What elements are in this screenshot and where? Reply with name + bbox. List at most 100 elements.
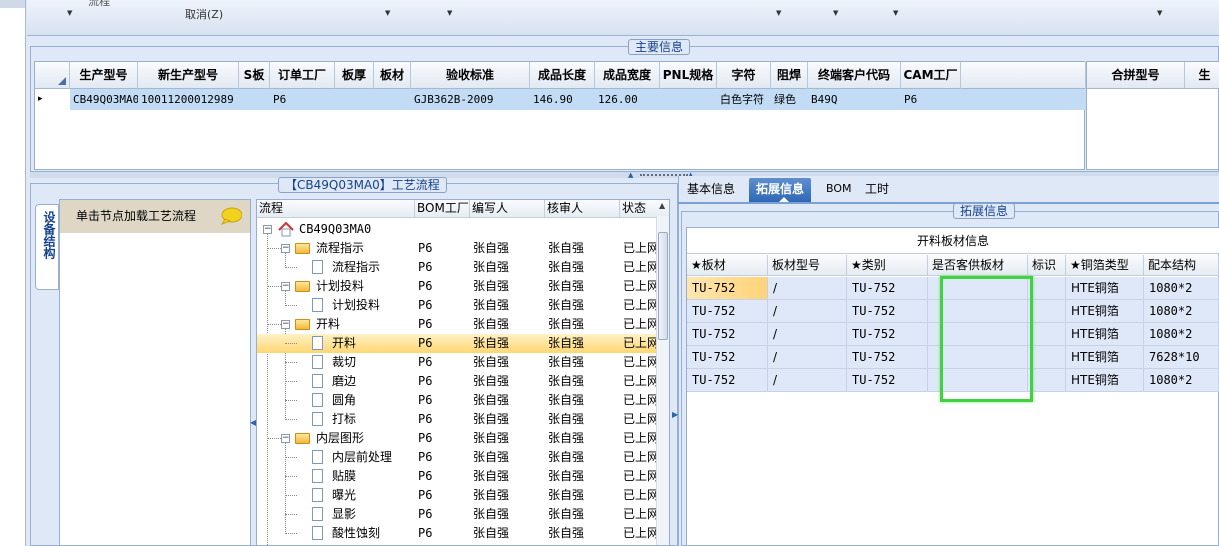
table-cell[interactable]: 1080*2: [1144, 369, 1219, 391]
column-header[interactable]: ★板材: [687, 255, 768, 276]
tree-leaf-node[interactable]: 酸性蚀刻 P6 张自强 张自强 已上网: [257, 524, 657, 543]
column-header[interactable]: 合拼型号: [1087, 62, 1185, 89]
collapse-toggle-icon[interactable]: −: [281, 244, 290, 253]
tree-folder-node[interactable]: − 流程指示 P6 张自强 张自强 已上网: [257, 239, 657, 258]
column-header[interactable]: 生: [1185, 62, 1219, 89]
table-cell[interactable]: [1028, 323, 1066, 345]
tree-leaf-node[interactable]: 开料 P6 张自强 张自强 已上网: [257, 334, 657, 353]
table-cell[interactable]: /: [768, 300, 847, 322]
column-header[interactable]: 验收标准: [411, 62, 530, 89]
tree-leaf-node[interactable]: 贴膜 P6 张自强 张自强 已上网: [257, 467, 657, 486]
table-cell[interactable]: 7628*10: [1144, 346, 1219, 368]
table-cell[interactable]: TU-752: [847, 369, 928, 391]
scroll-up-icon[interactable]: ▲: [659, 201, 665, 210]
table-cell[interactable]: HTE铜箔: [1066, 323, 1144, 345]
table-cell[interactable]: TU-752: [847, 346, 928, 368]
column-header[interactable]: 核审人: [545, 200, 620, 218]
table-cell[interactable]: [1028, 369, 1066, 391]
column-header[interactable]: 成品宽度: [595, 62, 660, 89]
table-row[interactable]: ▸ CB49Q03MA0 10011200012989 P6 GJB362B-2009…: [35, 89, 1086, 110]
column-header[interactable]: 标识: [1028, 255, 1066, 276]
table-cell[interactable]: TU-752: [687, 346, 768, 368]
table-cell[interactable]: /: [768, 323, 847, 345]
table-cell[interactable]: /: [768, 277, 847, 299]
table-cell[interactable]: HTE铜箔: [1066, 369, 1144, 391]
table-cell[interactable]: HTE铜箔: [1066, 346, 1144, 368]
column-header[interactable]: 生产型号: [70, 62, 138, 89]
side-tab-equipment[interactable]: 设备结构: [35, 204, 59, 290]
column-header[interactable]: BOM工厂: [415, 200, 470, 218]
column-header[interactable]: 订单工厂: [270, 62, 335, 89]
dropdown-arrow-icon[interactable]: ▼: [447, 9, 452, 17]
collapse-toggle-icon[interactable]: −: [281, 320, 290, 329]
tab-work-hours[interactable]: 工时: [858, 178, 896, 202]
column-header[interactable]: 字符: [717, 62, 771, 89]
table-cell[interactable]: /: [768, 369, 847, 391]
column-header[interactable]: 板材型号: [768, 255, 847, 276]
table-cell[interactable]: TU-752: [847, 323, 928, 345]
table-cell[interactable]: 1080*2: [1144, 277, 1219, 299]
column-header[interactable]: 流程: [257, 200, 415, 218]
status-cell: 已上网: [623, 241, 657, 255]
table-cell[interactable]: 1080*2: [1144, 323, 1219, 345]
table-cell[interactable]: HTE铜箔: [1066, 300, 1144, 322]
dropdown-arrow-icon[interactable]: ▼: [893, 9, 898, 17]
dropdown-arrow-icon[interactable]: ▼: [776, 9, 781, 17]
tree-folder-node[interactable]: − 内层图形 P6 张自强 张自强 已上网: [257, 429, 657, 448]
table-cell[interactable]: /: [768, 346, 847, 368]
table-cell[interactable]: TU-752: [687, 323, 768, 345]
column-header[interactable]: 是否客供板材: [928, 255, 1028, 276]
column-header[interactable]: CAM工厂: [901, 62, 961, 89]
reviewer-cell: 张自强: [548, 355, 585, 369]
tree-folder-node[interactable]: − 开料 P6 张自强 张自强 已上网: [257, 315, 657, 334]
collapse-up-icon[interactable]: ▲: [628, 171, 633, 179]
column-header[interactable]: 终端客户代码: [808, 62, 901, 89]
table-cell[interactable]: [1028, 277, 1066, 299]
tree-leaf-node[interactable]: 圆角 P6 张自强 张自强 已上网: [257, 391, 657, 410]
tree-leaf-node[interactable]: 打标 P6 张自强 张自强 已上网: [257, 410, 657, 429]
table-cell[interactable]: TU-752: [847, 277, 928, 299]
dropdown-arrow-icon[interactable]: ▼: [385, 9, 390, 17]
bom-factory-cell: P6: [418, 279, 433, 293]
cancel-menu-item[interactable]: 取消(Z): [185, 6, 223, 22]
table-cell[interactable]: HTE铜箔: [1066, 277, 1144, 299]
tab-bom[interactable]: BOM: [819, 178, 859, 202]
column-header[interactable]: 编写人: [470, 200, 545, 218]
tree-folder-node[interactable]: − 计划投料 P6 张自强 张自强 已上网: [257, 277, 657, 296]
column-header[interactable]: 阻焊: [771, 62, 808, 89]
collapse-toggle-icon[interactable]: −: [281, 282, 290, 291]
column-header[interactable]: 成品长度: [530, 62, 595, 89]
tree-leaf-node[interactable]: 显影 P6 张自强 张自强 已上网: [257, 505, 657, 524]
table-cell[interactable]: TU-752: [687, 300, 768, 322]
status-cell: 已上网: [623, 431, 657, 445]
tree-leaf-node[interactable]: 内层前处理 P6 张自强 张自强 已上网: [257, 448, 657, 467]
scrollbar-thumb[interactable]: [658, 232, 668, 340]
tree-root-node[interactable]: − CB49Q03MA0: [257, 220, 657, 239]
column-header[interactable]: S板: [239, 62, 270, 89]
table-cell[interactable]: TU-752: [847, 300, 928, 322]
dropdown-arrow-icon[interactable]: ▼: [67, 9, 72, 17]
collapse-toggle-icon[interactable]: −: [263, 225, 272, 234]
table-cell[interactable]: TU-752: [687, 277, 768, 299]
tree-leaf-node[interactable]: 曝光 P6 张自强 张自强 已上网: [257, 486, 657, 505]
tab-basic-info[interactable]: 基本信息: [680, 178, 742, 202]
dropdown-arrow-icon[interactable]: ▼: [1157, 9, 1162, 17]
column-header[interactable]: ★类别: [847, 255, 928, 276]
column-header[interactable]: 板材: [374, 62, 411, 89]
tree-leaf-node[interactable]: 裁切 P6 张自强 张自强 已上网: [257, 353, 657, 372]
table-cell[interactable]: 1080*2: [1144, 300, 1219, 322]
tree-leaf-node[interactable]: 磨边 P6 张自强 张自强 已上网: [257, 372, 657, 391]
column-header[interactable]: 板厚: [335, 62, 374, 89]
reviewer-cell: 张自强: [548, 260, 585, 274]
column-header[interactable]: 新生产型号: [138, 62, 239, 89]
collapse-toggle-icon[interactable]: −: [281, 434, 290, 443]
tree-leaf-node[interactable]: 流程指示 P6 张自强 张自强 已上网: [257, 258, 657, 277]
tree-leaf-node[interactable]: 计划投料 P6 张自强 张自强 已上网: [257, 296, 657, 315]
column-header[interactable]: PNL规格: [660, 62, 717, 89]
column-header[interactable]: ★铜箔类型: [1066, 255, 1144, 276]
table-cell[interactable]: [1028, 346, 1066, 368]
table-cell[interactable]: [1028, 300, 1066, 322]
dropdown-arrow-icon[interactable]: ▼: [833, 9, 838, 17]
table-cell[interactable]: TU-752: [687, 369, 768, 391]
column-header[interactable]: 配本结构: [1144, 255, 1219, 276]
